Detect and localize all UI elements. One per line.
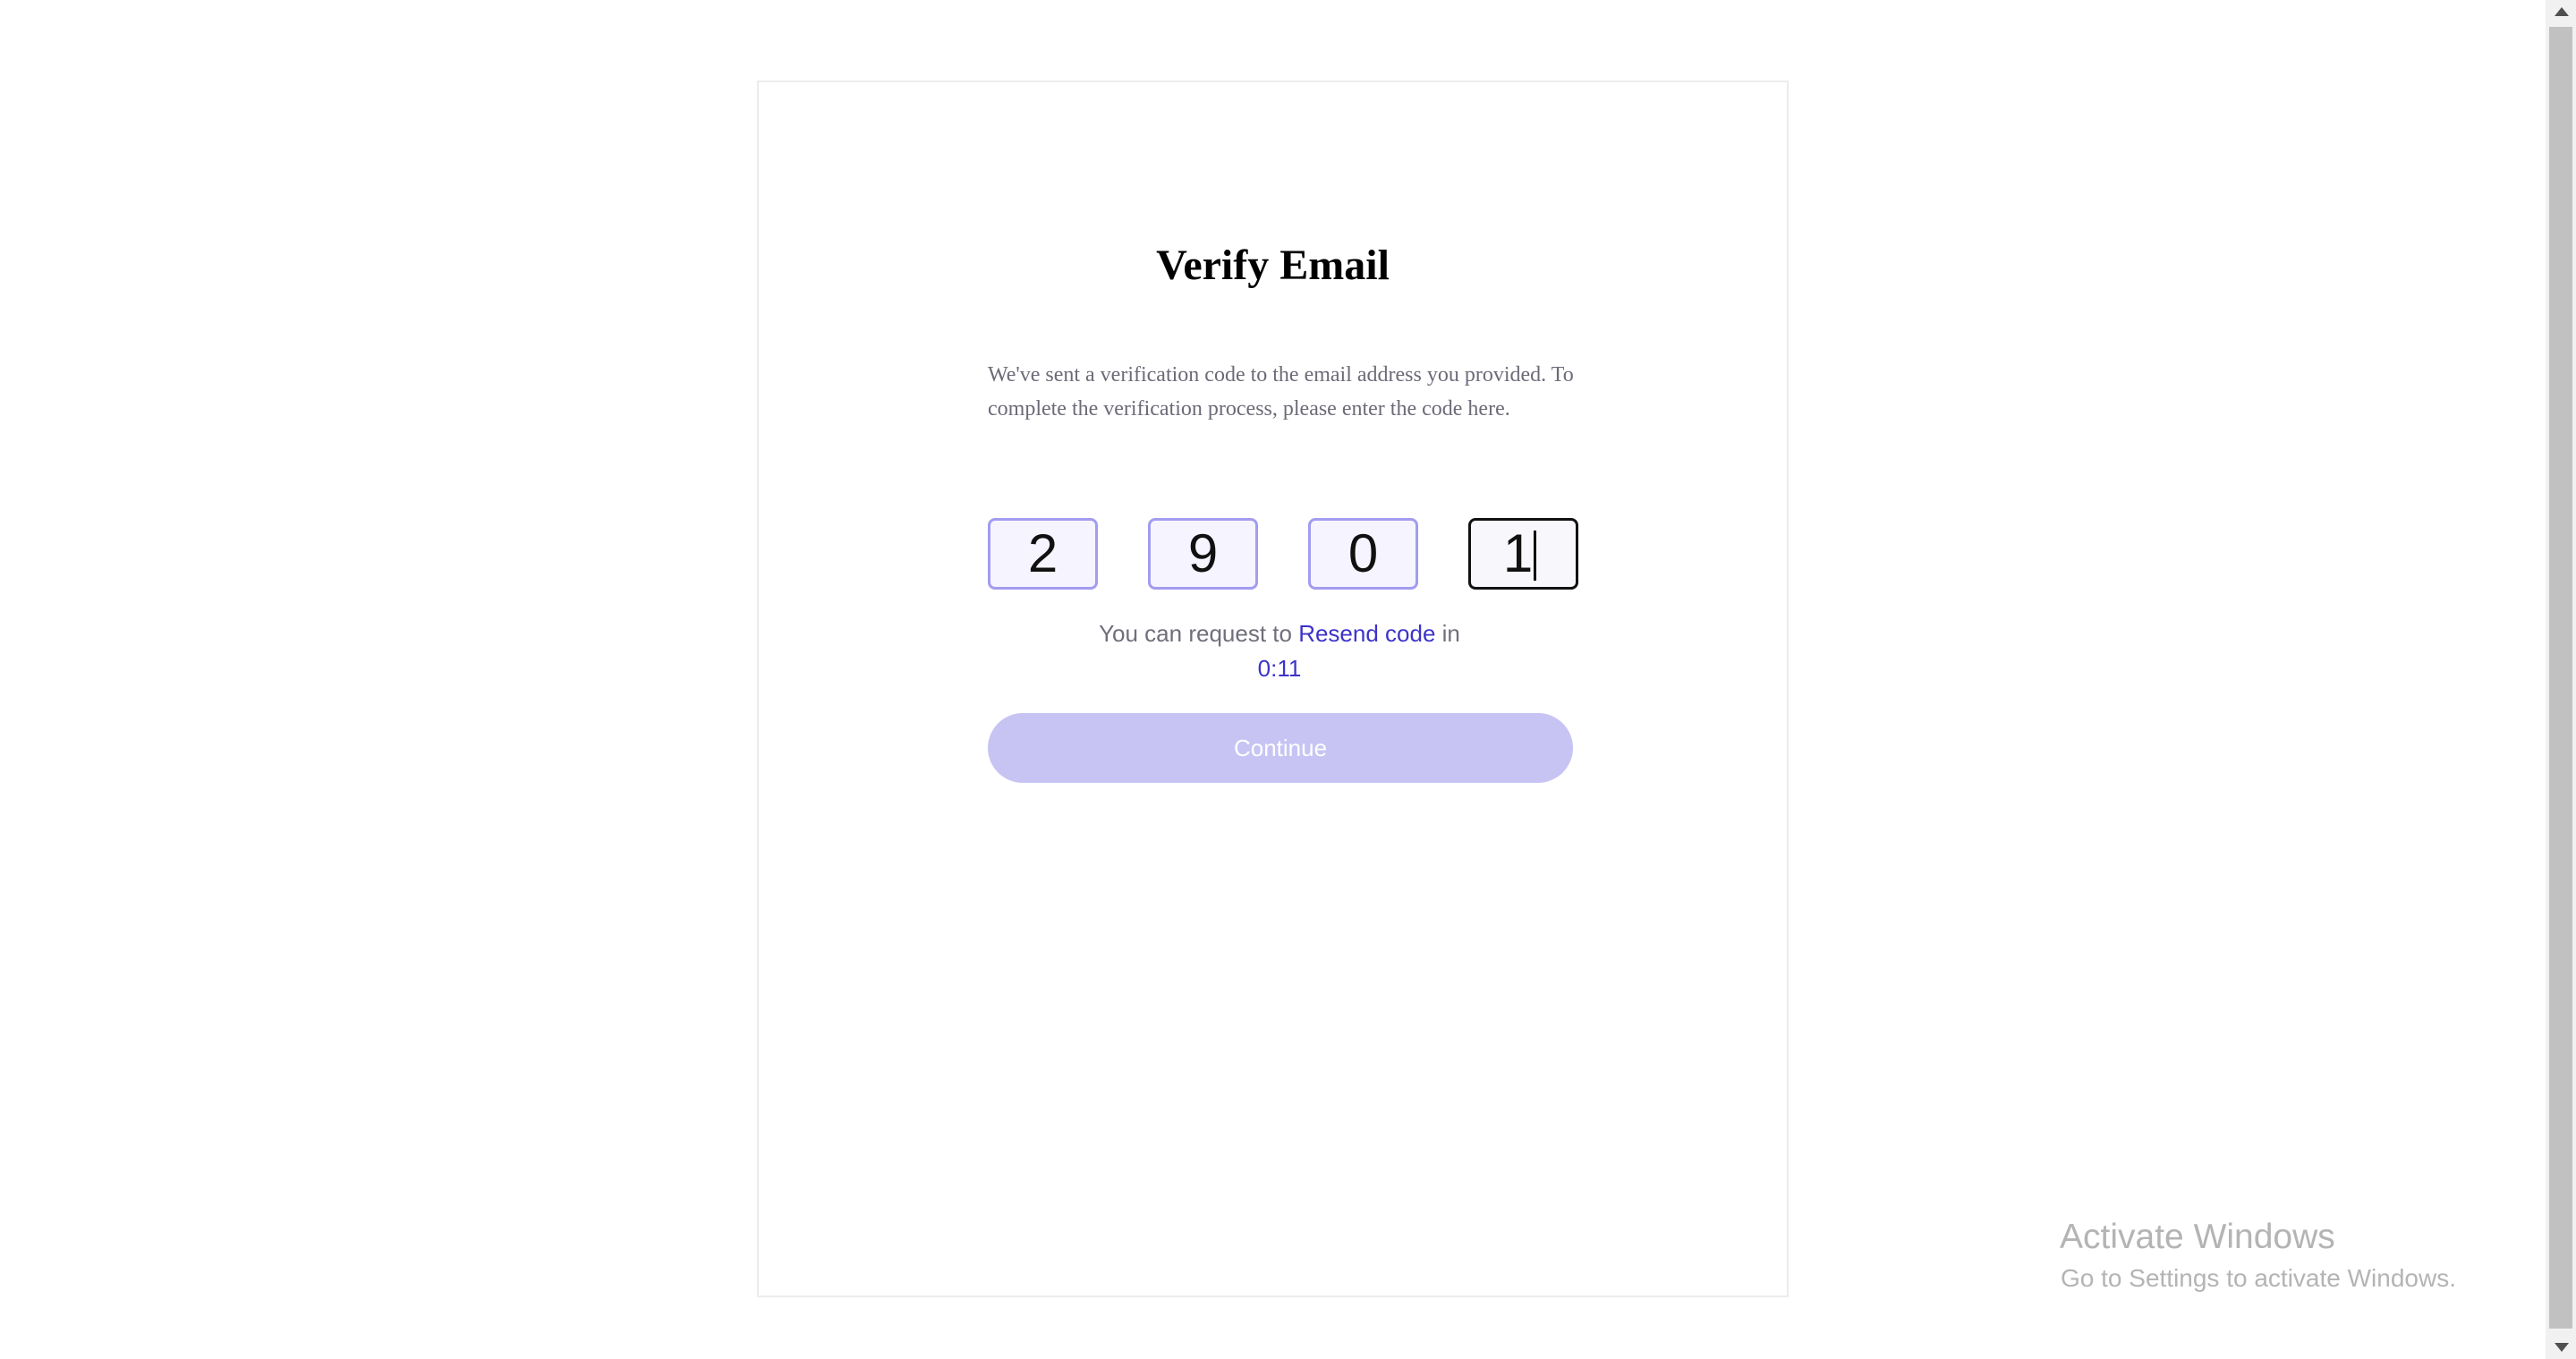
otp-digit-2[interactable]: 9 [1148,518,1258,590]
resend-countdown-timer: 0:11 [1257,655,1302,682]
verification-description: We've sent a verification code to the em… [988,363,1574,420]
text-cursor [1534,531,1536,581]
continue-button[interactable]: Continue [988,713,1573,783]
resend-prefix: You can request to [1099,620,1292,647]
otp-digit-3[interactable]: 0 [1308,518,1418,590]
vertical-scrollbar[interactable] [2546,0,2576,1359]
triangle-up-icon[interactable] [2555,7,2569,16]
activate-windows-title: Activate Windows [2060,1218,2335,1256]
otp-digit-4[interactable]: 1 [1468,518,1578,590]
page-title: Verify Email [1156,242,1390,289]
activate-windows-subtitle: Go to Settings to activate Windows. [2061,1264,2456,1292]
page: Verify Email We've sent a verification c… [0,0,2576,1359]
scrollbar-thumb[interactable] [2549,27,2572,1329]
resend-suffix: in [1441,620,1460,647]
resend-code-link[interactable]: Resend code [1298,620,1435,647]
resend-message: You can request to Resend code in 0:11 [988,616,1571,685]
triangle-down-icon[interactable] [2555,1343,2569,1352]
otp-digit-4-value: 1 [1502,523,1534,583]
otp-digit-1[interactable]: 2 [988,518,1098,590]
